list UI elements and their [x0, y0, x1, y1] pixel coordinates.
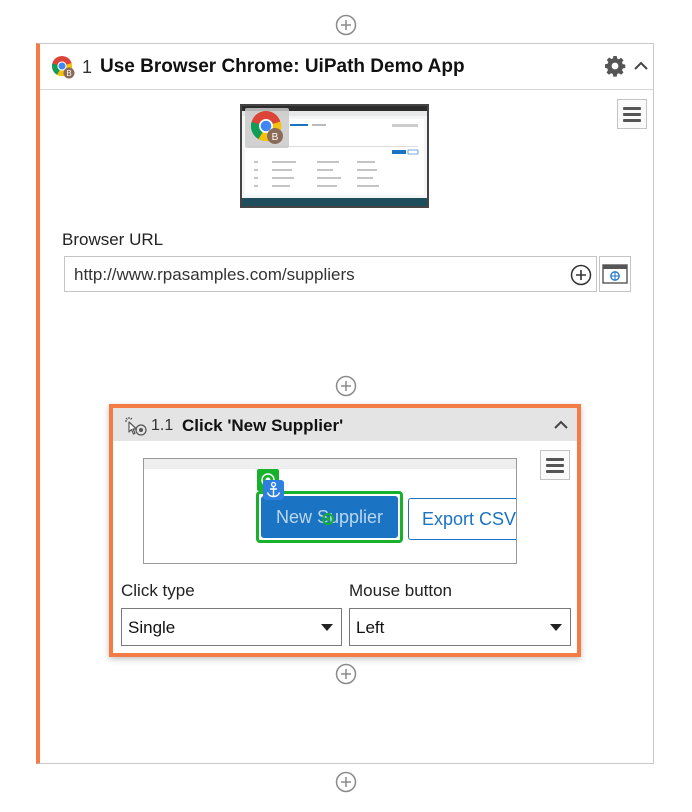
anchor-icon[interactable]: [263, 480, 284, 500]
chevron-up-icon[interactable]: [551, 415, 571, 435]
chrome-icon: B: [51, 55, 75, 79]
add-activity-bottom-icon[interactable]: [335, 771, 357, 793]
step-number: 1: [82, 57, 93, 77]
use-browser-header[interactable]: B 1 Use Browser Chrome: UiPath Demo App: [40, 44, 653, 90]
browser-url-input[interactable]: http://www.rpasamples.com/suppliers: [64, 256, 597, 292]
mouse-button-value: Left: [356, 618, 385, 637]
export-csv-button-preview: Export CSV: [408, 498, 516, 540]
browser-url-value[interactable]: http://www.rpasamples.com/suppliers: [74, 265, 355, 285]
target-element-preview[interactable]: New Supplier Export CSV: [143, 458, 517, 564]
add-activity-after-click-icon[interactable]: [335, 663, 357, 685]
browser-url-label: Browser URL: [62, 230, 164, 249]
menu-icon[interactable]: [540, 450, 570, 480]
click-type-value: Single: [128, 618, 176, 637]
browser-window-icon[interactable]: [599, 256, 631, 292]
click-activity-title[interactable]: Click 'New Supplier': [182, 416, 343, 436]
click-type-select[interactable]: Single: [121, 608, 342, 646]
chevron-down-icon: [321, 624, 333, 631]
click-icon: [123, 415, 149, 437]
click-activity[interactable]: 1.1 Click 'New Supplier' New Supplier Ex…: [109, 404, 581, 657]
thumbnail-badge-letter: B: [272, 132, 279, 143]
svg-text:B: B: [66, 69, 71, 78]
mouse-button-label: Mouse button: [349, 581, 453, 600]
click-type-label: Click type: [121, 581, 195, 600]
gear-icon[interactable]: [603, 54, 627, 78]
mouse-button-select[interactable]: Left: [349, 608, 571, 646]
activity-title[interactable]: Use Browser Chrome: UiPath Demo App: [100, 56, 465, 78]
click-step-number: 1.1: [151, 417, 174, 434]
add-activity-middle-icon[interactable]: [335, 375, 357, 397]
add-circle-icon[interactable]: [570, 264, 592, 286]
chevron-down-icon: [550, 624, 562, 631]
add-activity-top-icon[interactable]: [335, 14, 357, 36]
chevron-up-icon[interactable]: [631, 56, 651, 76]
browser-screenshot-thumbnail: B: [240, 104, 429, 208]
menu-icon[interactable]: [617, 99, 647, 129]
click-point-icon: [322, 513, 334, 525]
click-activity-header[interactable]: 1.1 Click 'New Supplier': [113, 408, 577, 441]
